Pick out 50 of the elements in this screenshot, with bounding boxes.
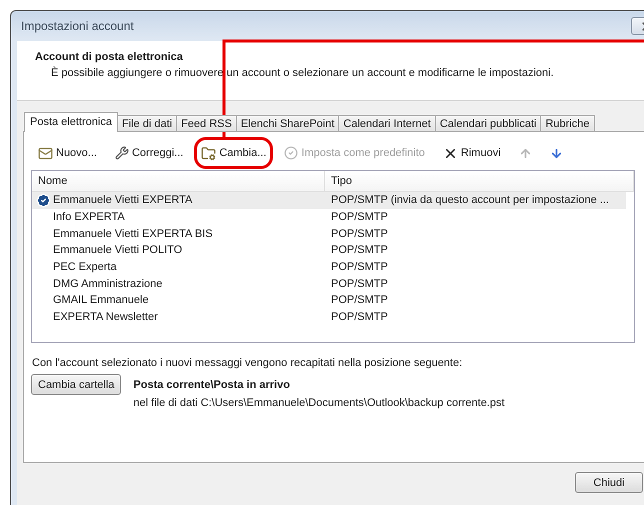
account-name: EXPERTA Newsletter bbox=[53, 311, 158, 324]
account-row[interactable]: PEC Experta POP/SMTP bbox=[32, 258, 626, 276]
account-type: POP/SMTP bbox=[330, 311, 389, 324]
account-name: Emmanuele Vietti EXPERTA bbox=[53, 194, 192, 206]
column-header[interactable]: Nome bbox=[32, 171, 325, 191]
account-type: POP/SMTP bbox=[330, 294, 389, 306]
account-name: GMAIL Emmanuele bbox=[53, 294, 149, 306]
account-type: POP/SMTP bbox=[330, 261, 389, 274]
toolbar-button[interactable]: Correggi... bbox=[108, 137, 190, 169]
account-name: Emmanuele Vietti POLITO bbox=[53, 244, 182, 256]
account-name: Emmanuele Vietti EXPERTA BIS bbox=[53, 228, 213, 240]
account-type: POP/SMTP bbox=[330, 278, 389, 290]
toolbar-button[interactable]: Nuovo... bbox=[31, 137, 104, 169]
account-type: POP/SMTP bbox=[330, 228, 389, 240]
down-arrow-icon bbox=[550, 146, 563, 160]
wrench-icon bbox=[114, 146, 129, 160]
account-row[interactable]: Emmanuele Vietti EXPERTA POP/SMTP (invia da questo account per impostazione ... bbox=[32, 192, 626, 209]
folder-path: Posta corrente\Posta in arrivo bbox=[133, 379, 291, 391]
toolbar-button[interactable]: Rimuovi bbox=[436, 137, 508, 169]
header-title: Account di posta elettronica bbox=[35, 51, 184, 63]
folder-gear-icon bbox=[201, 146, 216, 160]
tab[interactable]: Feed RSS bbox=[176, 115, 237, 132]
envelope-icon bbox=[38, 146, 53, 160]
header-description: È possibile aggiungere o rimuovere un account o selezionare un account e modificarne le impostazioni. bbox=[50, 67, 555, 79]
up-arrow-icon bbox=[518, 146, 532, 160]
account-name: PEC Experta bbox=[53, 261, 117, 274]
account-type: POP/SMTP bbox=[330, 244, 389, 256]
account-row[interactable]: DMG Amministrazione POP/SMTP bbox=[32, 275, 626, 292]
tab[interactable]: Posta elettronica bbox=[24, 112, 118, 132]
tab[interactable]: Calendari pubblicati bbox=[434, 115, 542, 132]
tab[interactable]: Elenchi SharePoint bbox=[236, 115, 340, 132]
account-name: Info EXPERTA bbox=[53, 211, 125, 224]
account-row[interactable]: Emmanuele Vietti POLITO POP/SMTP bbox=[32, 242, 626, 259]
tab[interactable]: Calendari Internet bbox=[338, 115, 436, 132]
delivery-note: Con l'account selezionato i nuovi messaggi vengono recapitati nella posizione seguente: bbox=[32, 357, 464, 369]
account-name: DMG Amministrazione bbox=[53, 278, 162, 290]
tab[interactable]: Rubriche bbox=[540, 115, 594, 132]
close-dialog-button[interactable]: Chiudi bbox=[575, 472, 643, 493]
account-row[interactable]: GMAIL Emmanuele POP/SMTP bbox=[32, 292, 626, 309]
account-type: POP/SMTP bbox=[330, 211, 389, 224]
data-file-path: nel file di dati C:\Users\Emmanuele\Documents\Outlook\backup corrente.pst bbox=[133, 397, 505, 409]
account-row[interactable]: EXPERTA Newsletter POP/SMTP bbox=[32, 308, 626, 326]
tab[interactable]: File di dati bbox=[116, 115, 178, 132]
account-row[interactable]: Emmanuele Vietti EXPERTA BIS POP/SMTP bbox=[32, 225, 626, 242]
account-row[interactable]: Info EXPERTA POP/SMTP bbox=[32, 208, 626, 226]
column-header[interactable]: Tipo bbox=[325, 171, 634, 191]
check-circle-icon bbox=[284, 146, 298, 160]
account-type: POP/SMTP (invia da questo account per impostazione ... bbox=[330, 194, 610, 206]
change-folder-button[interactable]: Cambia cartella bbox=[31, 374, 122, 395]
window-title: Impostazioni account bbox=[21, 19, 134, 33]
